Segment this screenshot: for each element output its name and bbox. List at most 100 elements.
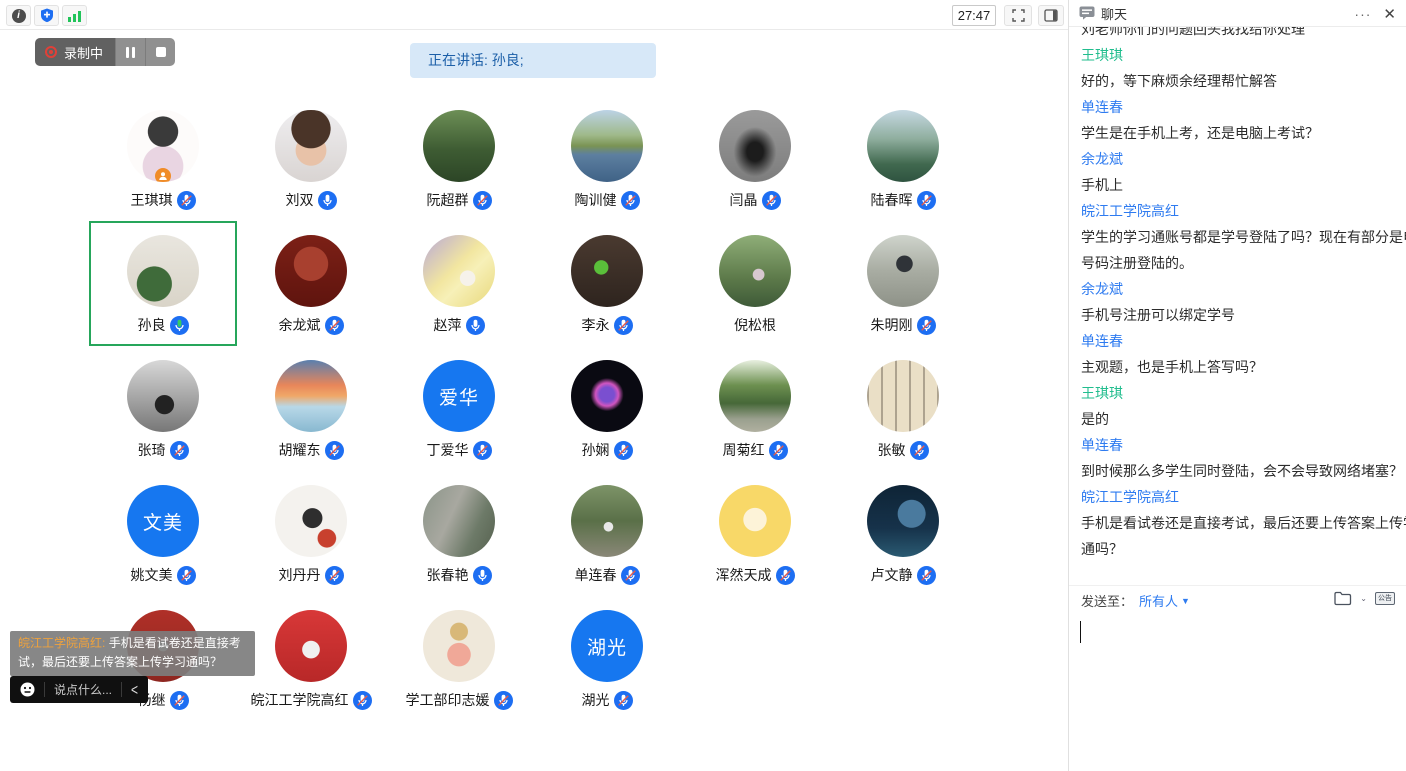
- participant-name: 单连春: [575, 565, 617, 585]
- mic-on-icon[interactable]: [466, 316, 485, 335]
- participant-tile[interactable]: 陆春晖: [829, 96, 977, 221]
- mic-speaking-icon[interactable]: [170, 316, 189, 335]
- chat-close-icon[interactable]: ✕: [1383, 5, 1396, 23]
- chat-author: 王琪琪: [1081, 45, 1406, 65]
- info-icon: i: [12, 9, 26, 23]
- participant-tile[interactable]: 余龙斌: [237, 221, 385, 346]
- participant-tile[interactable]: 倪松根: [681, 221, 829, 346]
- chat-author: 余龙斌: [1081, 149, 1406, 169]
- quick-chat-bar[interactable]: 说点什么... <: [10, 676, 148, 703]
- mic-muted-icon[interactable]: [917, 191, 936, 210]
- participant-tile[interactable]: 张琦: [89, 346, 237, 471]
- mic-muted-icon[interactable]: [917, 316, 936, 335]
- mic-muted-icon[interactable]: [614, 691, 633, 710]
- participant-tile[interactable]: 爱华丁爱华: [385, 346, 533, 471]
- collapse-icon[interactable]: <: [131, 680, 138, 698]
- mic-muted-icon[interactable]: [473, 191, 492, 210]
- mic-muted-icon[interactable]: [614, 441, 633, 460]
- mic-muted-icon[interactable]: [621, 191, 640, 210]
- mic-muted-icon[interactable]: [494, 691, 513, 710]
- send-to-select[interactable]: 所有人: [1139, 591, 1178, 610]
- mic-muted-icon[interactable]: [621, 566, 640, 585]
- mic-muted-icon[interactable]: [177, 566, 196, 585]
- announcement-icon[interactable]: 公告: [1375, 592, 1395, 605]
- participant-name-row: 姚文美: [131, 565, 196, 585]
- participant-tile[interactable]: 赵萍: [385, 221, 533, 346]
- mic-muted-icon[interactable]: [762, 191, 781, 210]
- participant-name: 余龙斌: [279, 315, 321, 335]
- participant-tile[interactable]: 朱明刚: [829, 221, 977, 346]
- mic-muted-icon[interactable]: [353, 691, 372, 710]
- mic-muted-icon[interactable]: [473, 441, 492, 460]
- layout-toggle-button[interactable]: [1038, 5, 1064, 26]
- security-button[interactable]: [34, 5, 59, 26]
- participant-tile[interactable]: 张敏: [829, 346, 977, 471]
- participant-name: 姚文美: [131, 565, 173, 585]
- participant-tile[interactable]: 张春艳: [385, 471, 533, 596]
- mic-muted-icon[interactable]: [325, 566, 344, 585]
- participant-name: 周菊红: [723, 440, 765, 460]
- participant-tile[interactable]: 刘双: [237, 96, 385, 221]
- mic-muted-icon[interactable]: [170, 691, 189, 710]
- mic-muted-icon[interactable]: [917, 566, 936, 585]
- side-panel-icon: [1044, 9, 1058, 22]
- mic-muted-icon[interactable]: [614, 316, 633, 335]
- mic-muted-icon[interactable]: [177, 191, 196, 210]
- participant-tile[interactable]: 浑然天成: [681, 471, 829, 596]
- dropdown-caret-icon[interactable]: ▼: [1181, 596, 1190, 606]
- participant-tile[interactable]: 皖江工学院高红: [237, 596, 385, 721]
- participant-avatar: [423, 485, 495, 557]
- speaking-banner: 正在讲话: 孙良;: [410, 43, 656, 78]
- stop-recording-button[interactable]: [145, 38, 175, 66]
- participant-tile[interactable]: 卢文静: [829, 471, 977, 596]
- participant-tile[interactable]: 陶训健: [533, 96, 681, 221]
- participant-tile[interactable]: 阮超群: [385, 96, 533, 221]
- participant-tile[interactable]: 李永: [533, 221, 681, 346]
- fullscreen-button[interactable]: [1004, 5, 1032, 26]
- participant-tile[interactable]: 胡耀东: [237, 346, 385, 471]
- main-topbar: i 27:47: [0, 0, 1068, 30]
- participant-name-row: 湖光: [582, 690, 633, 710]
- chat-input[interactable]: [1069, 616, 1406, 771]
- folder-icon[interactable]: [1334, 591, 1352, 606]
- participant-name-row: 王琪琪: [131, 190, 196, 210]
- participant-name: 陶训健: [575, 190, 617, 210]
- participant-tile[interactable]: 文美姚文美: [89, 471, 237, 596]
- participant-tile[interactable]: 学工部印志媛: [385, 596, 533, 721]
- participant-tile[interactable]: 孙娴: [533, 346, 681, 471]
- participant-name-row: 张琦: [138, 440, 189, 460]
- info-button[interactable]: i: [6, 5, 31, 26]
- mic-muted-icon[interactable]: [776, 566, 795, 585]
- participant-tile[interactable]: 闫晶: [681, 96, 829, 221]
- participant-name: 张春艳: [427, 565, 469, 585]
- participant-tile[interactable]: 周菊红: [681, 346, 829, 471]
- participant-tile[interactable]: 孙良: [89, 221, 237, 346]
- divider: [121, 682, 122, 697]
- pause-recording-button[interactable]: [115, 38, 145, 66]
- network-button[interactable]: [62, 5, 87, 26]
- chat-more-icon[interactable]: ···: [1354, 6, 1371, 22]
- participant-name: 赵萍: [434, 315, 462, 335]
- participant-name: 胡耀东: [279, 440, 321, 460]
- mic-muted-icon[interactable]: [325, 441, 344, 460]
- participant-avatar: 文美: [127, 485, 199, 557]
- mic-muted-icon[interactable]: [325, 316, 344, 335]
- mic-on-icon[interactable]: [473, 566, 492, 585]
- participant-tile[interactable]: 湖光湖光: [533, 596, 681, 721]
- mic-muted-icon[interactable]: [170, 441, 189, 460]
- participant-tile[interactable]: 王琪琪: [89, 96, 237, 221]
- participant-tile[interactable]: 刘丹丹: [237, 471, 385, 596]
- chat-panel: 聊天 ··· ✕ 刘老师你们的问题回头我找给你处理王琪琪好的，等下麻烦余经理帮忙…: [1068, 0, 1406, 771]
- mic-on-icon[interactable]: [318, 191, 337, 210]
- mic-muted-icon[interactable]: [769, 441, 788, 460]
- folder-dropdown-icon[interactable]: ⌄: [1360, 594, 1367, 603]
- recording-label: 录制中: [64, 43, 103, 62]
- chat-message: 到时候那么多学生同时登陆，会不会导致网络堵塞？: [1081, 461, 1406, 481]
- caption-author: 皖江工学院高红:: [18, 636, 105, 650]
- participant-avatar: [867, 110, 939, 182]
- participant-tile[interactable]: 单连春: [533, 471, 681, 596]
- emoji-icon[interactable]: [20, 682, 35, 697]
- mic-muted-icon[interactable]: [910, 441, 929, 460]
- quick-chat-placeholder[interactable]: 说点什么...: [54, 681, 112, 698]
- chat-message-list[interactable]: 刘老师你们的问题回头我找给你处理王琪琪好的，等下麻烦余经理帮忙解答单连春学生是在…: [1069, 27, 1406, 585]
